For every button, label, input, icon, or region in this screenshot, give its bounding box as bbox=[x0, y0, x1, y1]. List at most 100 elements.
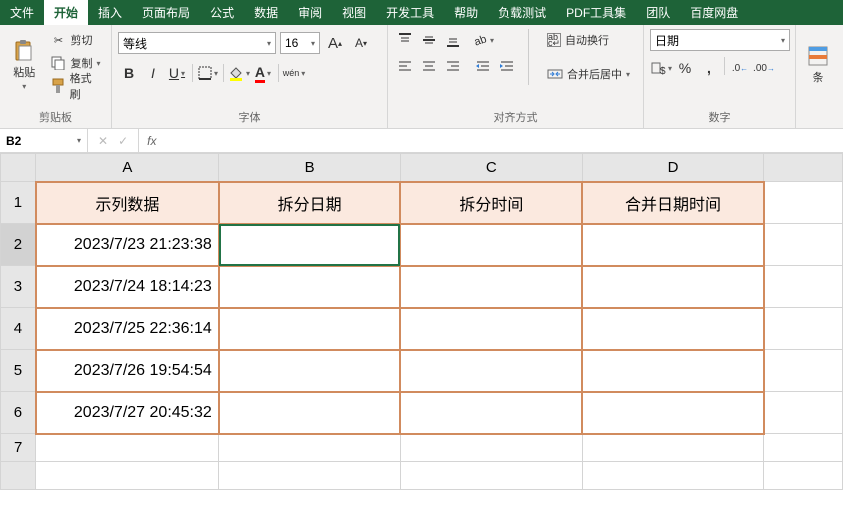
row-header[interactable]: 2 bbox=[1, 224, 36, 266]
row-header[interactable]: 4 bbox=[1, 308, 36, 350]
tab-formulas[interactable]: 公式 bbox=[200, 0, 244, 25]
cell[interactable] bbox=[764, 266, 843, 308]
cell[interactable] bbox=[764, 350, 843, 392]
font-name-combo[interactable]: 等线▾ bbox=[118, 32, 276, 54]
percent-button[interactable]: % bbox=[674, 57, 696, 79]
cell[interactable] bbox=[36, 434, 219, 462]
row-header[interactable] bbox=[1, 462, 36, 490]
tab-load-test[interactable]: 负载测试 bbox=[488, 0, 556, 25]
row-header[interactable]: 1 bbox=[1, 182, 36, 224]
cell[interactable] bbox=[219, 350, 401, 392]
decrease-font-button[interactable]: A▾ bbox=[350, 32, 372, 54]
align-left-button[interactable] bbox=[394, 55, 416, 77]
tab-file[interactable]: 文件 bbox=[0, 0, 44, 25]
cell[interactable] bbox=[582, 434, 764, 462]
cell[interactable] bbox=[219, 434, 401, 462]
format-painter-button[interactable]: 格式刷 bbox=[46, 75, 105, 97]
tab-insert[interactable]: 插入 bbox=[88, 0, 132, 25]
cell[interactable] bbox=[582, 266, 764, 308]
cell[interactable]: 2023/7/27 20:45:32 bbox=[36, 392, 219, 434]
cell[interactable]: 示列数据 bbox=[36, 182, 219, 224]
cell[interactable] bbox=[219, 462, 401, 490]
align-right-button[interactable] bbox=[442, 55, 464, 77]
tab-page-layout[interactable]: 页面布局 bbox=[132, 0, 200, 25]
tab-help[interactable]: 帮助 bbox=[444, 0, 488, 25]
font-size-combo[interactable]: 16▾ bbox=[280, 32, 320, 54]
cell[interactable] bbox=[582, 308, 764, 350]
cell[interactable] bbox=[400, 392, 582, 434]
border-button[interactable] bbox=[197, 62, 219, 84]
cell[interactable]: 2023/7/26 19:54:54 bbox=[36, 350, 219, 392]
col-header-d[interactable]: D bbox=[582, 154, 764, 182]
align-middle-button[interactable] bbox=[418, 29, 440, 51]
cell[interactable] bbox=[764, 224, 843, 266]
accounting-format-button[interactable]: $ bbox=[650, 57, 672, 79]
col-header-b[interactable]: B bbox=[219, 154, 401, 182]
cell[interactable] bbox=[400, 308, 582, 350]
cell[interactable]: 2023/7/24 18:14:23 bbox=[36, 266, 219, 308]
cancel-formula-button[interactable]: ✕ bbox=[98, 134, 108, 148]
cell[interactable] bbox=[764, 392, 843, 434]
cell[interactable] bbox=[400, 350, 582, 392]
name-box[interactable]: B2 ▾ bbox=[0, 129, 88, 152]
paste-button[interactable]: 粘贴 ▾ bbox=[6, 29, 42, 101]
cell[interactable] bbox=[582, 462, 764, 490]
tab-review[interactable]: 审阅 bbox=[288, 0, 332, 25]
align-bottom-button[interactable] bbox=[442, 29, 464, 51]
cell[interactable] bbox=[219, 266, 401, 308]
align-center-button[interactable] bbox=[418, 55, 440, 77]
col-header-a[interactable]: A bbox=[36, 154, 219, 182]
cell[interactable] bbox=[400, 434, 582, 462]
tab-baidu-netdisk[interactable]: 百度网盘 bbox=[680, 0, 748, 25]
decrease-decimal-button[interactable]: .00→ bbox=[753, 57, 775, 79]
cell[interactable] bbox=[36, 462, 219, 490]
phonetic-button[interactable]: wén bbox=[283, 62, 305, 84]
cell[interactable] bbox=[400, 224, 582, 266]
cell[interactable] bbox=[764, 462, 843, 490]
increase-indent-button[interactable] bbox=[496, 55, 518, 77]
tab-team[interactable]: 团队 bbox=[636, 0, 680, 25]
cell[interactable] bbox=[400, 266, 582, 308]
tab-view[interactable]: 视图 bbox=[332, 0, 376, 25]
underline-button[interactable]: U bbox=[166, 62, 188, 84]
align-top-button[interactable] bbox=[394, 29, 416, 51]
tab-data[interactable]: 数据 bbox=[244, 0, 288, 25]
conditional-formatting-button[interactable]: 条 bbox=[802, 29, 834, 101]
formula-bar[interactable]: fx bbox=[139, 129, 843, 152]
cell[interactable] bbox=[400, 462, 582, 490]
cell[interactable]: 拆分时间 bbox=[400, 182, 582, 224]
cell[interactable]: 2023/7/25 22:36:14 bbox=[36, 308, 219, 350]
cell[interactable] bbox=[219, 308, 401, 350]
font-color-button[interactable]: A bbox=[252, 62, 274, 84]
cell[interactable] bbox=[764, 434, 843, 462]
increase-font-button[interactable]: A▴ bbox=[324, 32, 346, 54]
cell[interactable]: 拆分日期 bbox=[219, 182, 401, 224]
fill-color-button[interactable] bbox=[228, 62, 250, 84]
merge-center-button[interactable]: 合并后居中 ▾ bbox=[543, 63, 634, 85]
sheet-viewport[interactable]: A B C D 1 示列数据 拆分日期 拆分时间 合并日期时间 2 2023/7… bbox=[0, 153, 843, 526]
cut-button[interactable]: ✂ 剪切 bbox=[46, 29, 105, 51]
increase-decimal-button[interactable]: .0← bbox=[729, 57, 751, 79]
tab-home[interactable]: 开始 bbox=[44, 0, 88, 25]
row-header[interactable]: 3 bbox=[1, 266, 36, 308]
cell-b2[interactable] bbox=[219, 224, 401, 266]
row-header[interactable]: 6 bbox=[1, 392, 36, 434]
select-all-corner[interactable] bbox=[1, 154, 36, 182]
decrease-indent-button[interactable] bbox=[472, 55, 494, 77]
bold-button[interactable]: B bbox=[118, 62, 140, 84]
cell[interactable] bbox=[582, 224, 764, 266]
cell[interactable]: 合并日期时间 bbox=[582, 182, 764, 224]
number-format-combo[interactable]: 日期▾ bbox=[650, 29, 790, 51]
orientation-button[interactable]: ab bbox=[472, 29, 494, 51]
cell[interactable] bbox=[582, 350, 764, 392]
col-header-c[interactable]: C bbox=[400, 154, 582, 182]
row-header[interactable]: 5 bbox=[1, 350, 36, 392]
enter-formula-button[interactable]: ✓ bbox=[118, 134, 128, 148]
tab-pdf-tools[interactable]: PDF工具集 bbox=[556, 0, 636, 25]
wrap-text-button[interactable]: abc↵ 自动换行 bbox=[543, 29, 634, 51]
col-header-e[interactable] bbox=[764, 154, 843, 182]
cell[interactable]: 2023/7/23 21:23:38 bbox=[36, 224, 219, 266]
comma-button[interactable]: , bbox=[698, 57, 720, 79]
cell[interactable] bbox=[582, 392, 764, 434]
italic-button[interactable]: I bbox=[142, 62, 164, 84]
